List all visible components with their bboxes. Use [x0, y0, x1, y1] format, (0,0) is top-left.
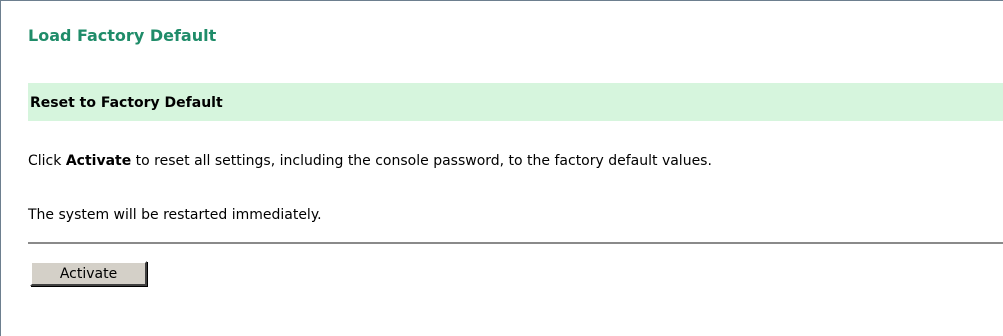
description-line-1: Click Activate to reset all settings, in…: [28, 153, 712, 169]
description-activate-keyword: Activate: [65, 153, 132, 169]
section-header-bar: Reset to Factory Default: [28, 83, 1003, 121]
description-suffix: to reset all settings, including the con…: [131, 153, 712, 169]
content-frame: Load Factory Default Reset to Factory De…: [0, 0, 1003, 336]
description-prefix: Click: [28, 153, 66, 169]
page-title: Load Factory Default: [28, 26, 217, 45]
activate-button[interactable]: Activate: [30, 261, 147, 286]
description-line-2: The system will be restarted immediately…: [28, 207, 322, 223]
horizontal-divider: [28, 242, 1003, 244]
section-title: Reset to Factory Default: [30, 95, 223, 111]
